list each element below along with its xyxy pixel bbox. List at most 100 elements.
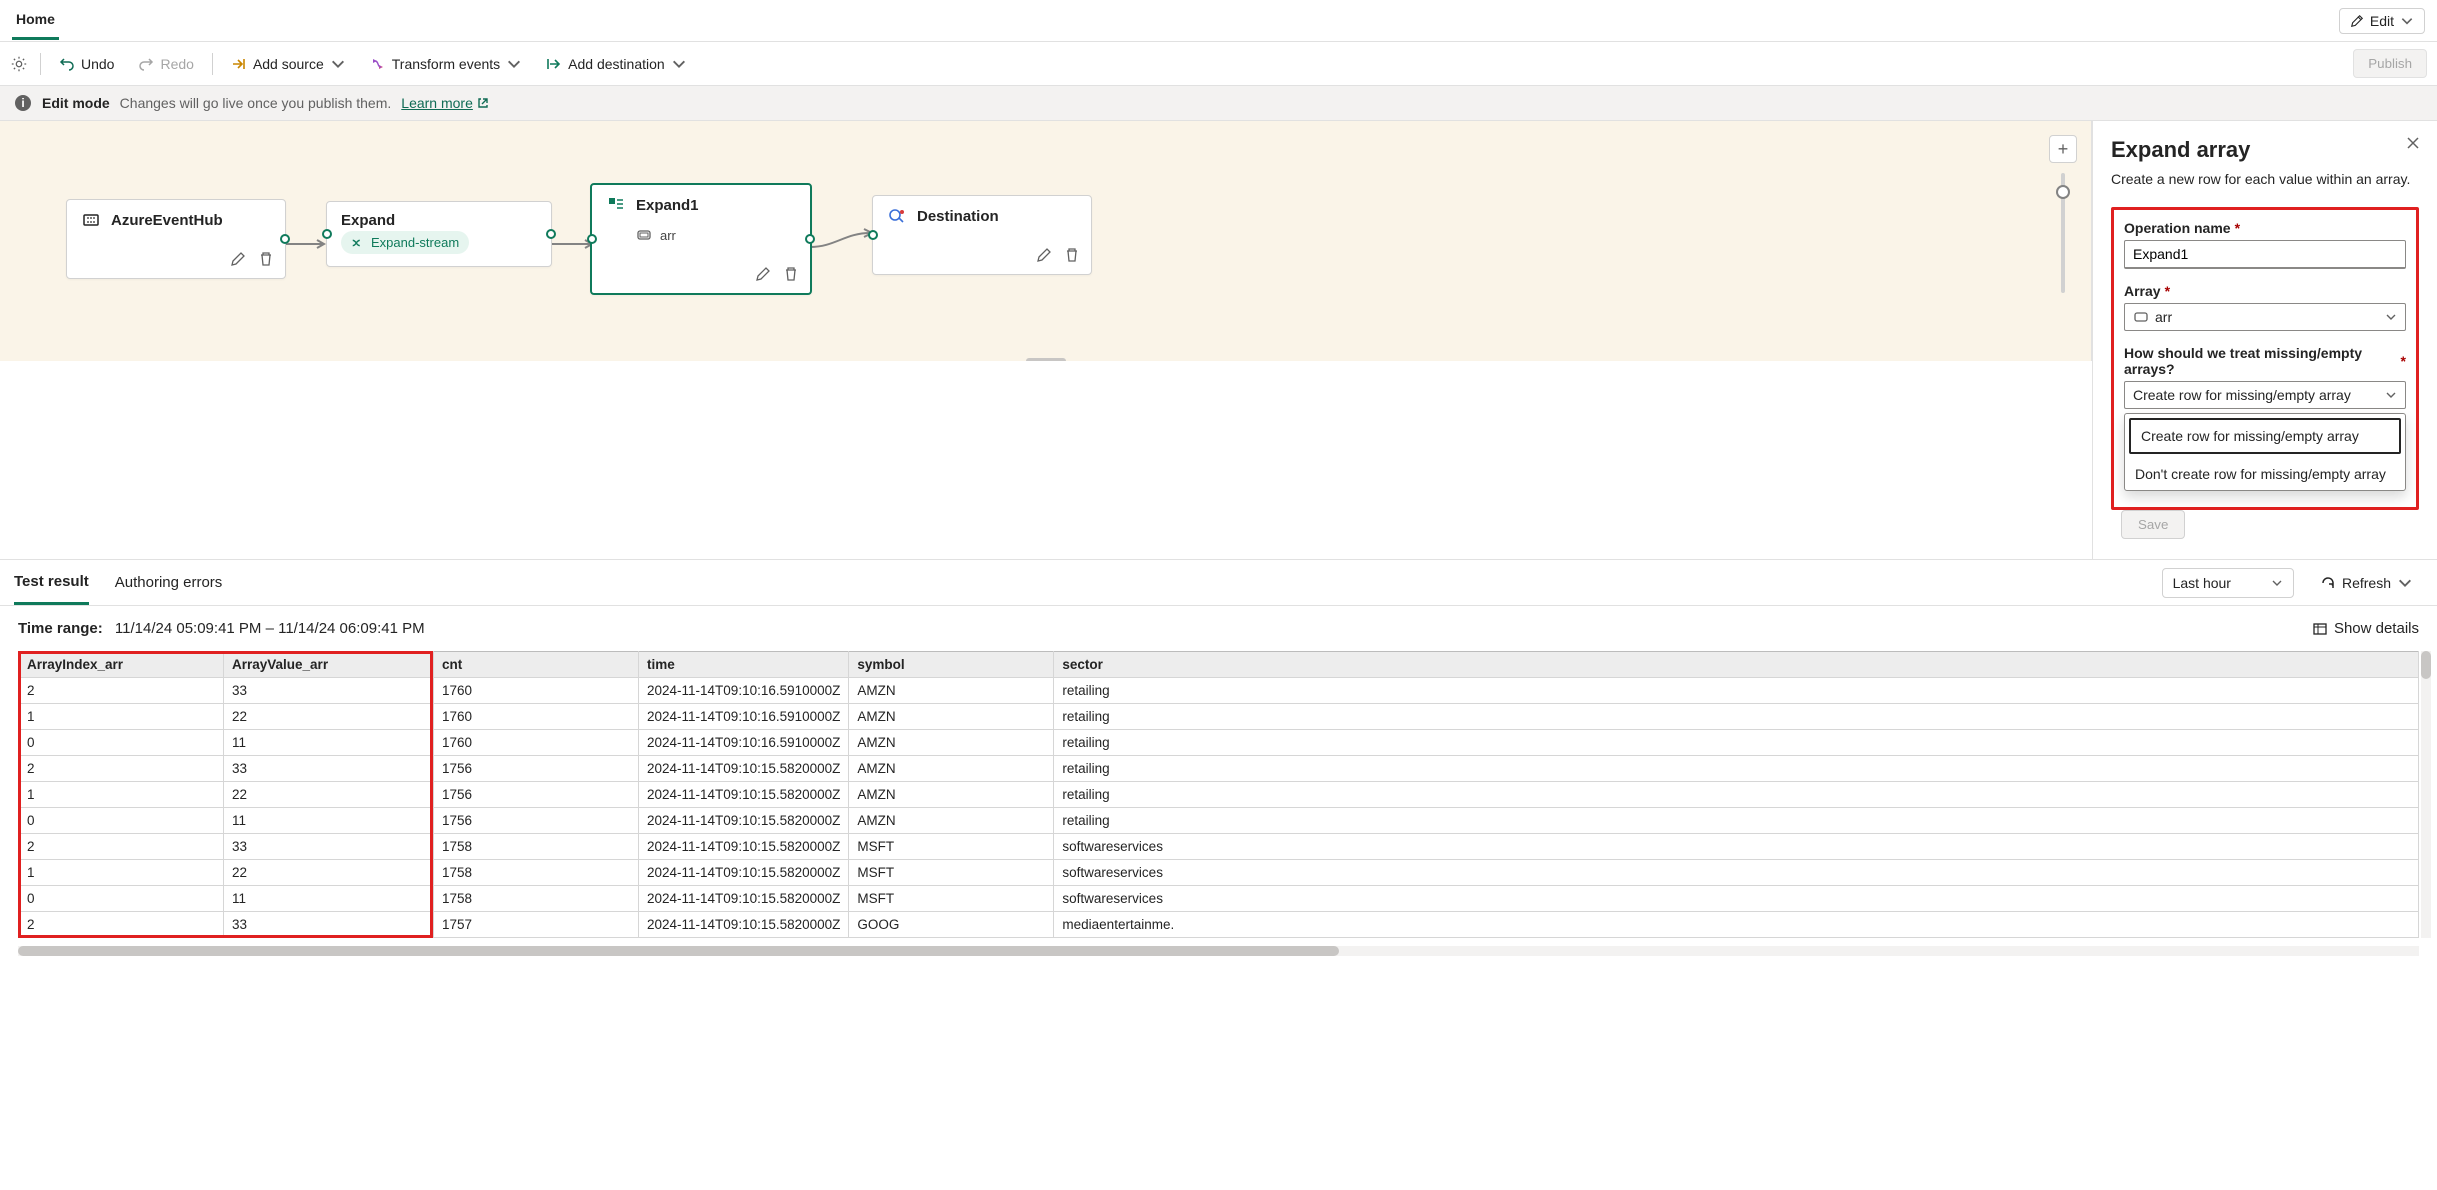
column-header[interactable]: time <box>639 652 849 678</box>
table-cell: 1760 <box>434 678 639 704</box>
table-cell: 0 <box>19 808 224 834</box>
table-row[interactable]: 01117562024-11-14T09:10:15.5820000ZAMZNr… <box>19 808 2419 834</box>
dropdown-option-dont-create[interactable]: Don't create row for missing/empty array <box>2125 458 2405 490</box>
dropdown-option-create[interactable]: Create row for missing/empty array <box>2129 418 2401 454</box>
table-row[interactable]: 12217562024-11-14T09:10:15.5820000ZAMZNr… <box>19 782 2419 808</box>
scrollbar-thumb[interactable] <box>18 946 1339 956</box>
delete-node-button[interactable] <box>255 248 277 270</box>
output-port[interactable] <box>280 234 290 244</box>
column-header[interactable]: sector <box>1054 652 2419 678</box>
canvas-resize-handle[interactable] <box>1026 358 1066 361</box>
input-port[interactable] <box>322 229 332 239</box>
missing-select[interactable]: Create row for missing/empty array <box>2124 381 2406 409</box>
canvas[interactable]: AzureEventHub Expand Expand-stream <box>0 121 2092 361</box>
table-cell: GOOG <box>849 912 1054 938</box>
redo-button[interactable]: Redo <box>128 50 203 78</box>
edit-node-button[interactable] <box>227 248 249 270</box>
zoom-slider[interactable] <box>2061 173 2065 293</box>
edit-node-button[interactable] <box>752 263 774 285</box>
publish-button[interactable]: Publish <box>2353 49 2427 78</box>
delete-node-button[interactable] <box>780 263 802 285</box>
close-button[interactable] <box>2405 135 2421 154</box>
tabs-row: Test result Authoring errors Last hour R… <box>0 560 2437 606</box>
table-cell: AMZN <box>849 704 1054 730</box>
time-range-select[interactable]: Last hour <box>2162 568 2294 598</box>
table-row[interactable]: 12217602024-11-14T09:10:16.5910000ZAMZNr… <box>19 704 2419 730</box>
table-cell: softwareservices <box>1054 834 2419 860</box>
table-cell: mediaentertainme. <box>1054 912 2419 938</box>
output-port[interactable] <box>546 229 556 239</box>
table-cell: 1 <box>19 782 224 808</box>
array-select[interactable]: arr <box>2124 303 2406 331</box>
edit-button[interactable]: Edit <box>2339 8 2425 34</box>
column-header[interactable]: ArrayIndex_arr <box>19 652 224 678</box>
panel-description: Create a new row for each value within a… <box>2111 171 2419 187</box>
delete-node-button[interactable] <box>1061 244 1083 266</box>
table-wrap: ArrayIndex_arrArrayValue_arrcnttimesymbo… <box>18 651 2419 938</box>
top-bar: Home Edit <box>0 0 2437 42</box>
table-cell: retailing <box>1054 730 2419 756</box>
table-row[interactable]: 23317562024-11-14T09:10:15.5820000ZAMZNr… <box>19 756 2419 782</box>
breadcrumb-home[interactable]: Home <box>12 1 59 40</box>
zoom-thumb[interactable] <box>2056 185 2070 199</box>
undo-button[interactable]: Undo <box>49 50 124 78</box>
table-cell: 2024-11-14T09:10:15.5820000Z <box>639 808 849 834</box>
input-port[interactable] <box>587 234 597 244</box>
table-cell: 33 <box>224 912 434 938</box>
node-source[interactable]: AzureEventHub <box>66 199 286 279</box>
input-port[interactable] <box>868 230 878 240</box>
column-header[interactable]: cnt <box>434 652 639 678</box>
table-cell: 1758 <box>434 834 639 860</box>
scrollbar-thumb[interactable] <box>2421 651 2431 679</box>
node-destination[interactable]: Destination <box>872 195 1092 275</box>
node-expand[interactable]: Expand Expand-stream <box>326 201 552 267</box>
table-cell: 1756 <box>434 782 639 808</box>
zoom-add-button[interactable]: + <box>2049 135 2077 163</box>
table-row[interactable]: 12217582024-11-14T09:10:15.5820000ZMSFTs… <box>19 860 2419 886</box>
tab-test-result[interactable]: Test result <box>14 561 89 605</box>
add-destination-button[interactable]: Add destination <box>536 50 697 78</box>
missing-dropdown: Create row for missing/empty array Don't… <box>2124 413 2406 491</box>
edit-node-button[interactable] <box>1033 244 1055 266</box>
refresh-label: Refresh <box>2342 575 2391 591</box>
learn-more-label: Learn more <box>401 95 473 111</box>
horizontal-scrollbar[interactable] <box>18 946 2419 956</box>
table-cell: 2024-11-14T09:10:16.5910000Z <box>639 730 849 756</box>
table-row[interactable]: 01117582024-11-14T09:10:15.5820000ZMSFTs… <box>19 886 2419 912</box>
add-source-button[interactable]: Add source <box>221 50 356 78</box>
table-row[interactable]: 23317582024-11-14T09:10:15.5820000ZMSFTs… <box>19 834 2419 860</box>
vertical-scrollbar[interactable] <box>2421 651 2431 938</box>
add-source-label: Add source <box>253 56 324 72</box>
destination-icon <box>887 206 907 226</box>
table-cell: 2 <box>19 756 224 782</box>
missing-label: How should we treat missing/empty arrays… <box>2124 345 2406 377</box>
transform-events-button[interactable]: Transform events <box>360 50 532 78</box>
save-button[interactable]: Save <box>2121 510 2185 539</box>
table-cell: 1756 <box>434 808 639 834</box>
column-header[interactable]: symbol <box>849 652 1054 678</box>
show-details-button[interactable]: Show details <box>2312 620 2419 637</box>
op-name-input[interactable] <box>2124 240 2406 269</box>
refresh-button[interactable]: Refresh <box>2310 569 2423 597</box>
table-row[interactable]: 01117602024-11-14T09:10:16.5910000ZAMZNr… <box>19 730 2419 756</box>
tab-authoring-errors[interactable]: Authoring errors <box>115 562 223 603</box>
table-cell: 1 <box>19 860 224 886</box>
array-label: Array* <box>2124 283 2406 299</box>
output-port[interactable] <box>805 234 815 244</box>
separator <box>40 53 41 75</box>
column-header[interactable]: ArrayValue_arr <box>224 652 434 678</box>
table-cell: 0 <box>19 730 224 756</box>
meta-row: Time range: 11/14/24 05:09:41 PM – 11/14… <box>0 606 2437 651</box>
table-row[interactable]: 23317602024-11-14T09:10:16.5910000ZAMZNr… <box>19 678 2419 704</box>
svg-text:i: i <box>21 96 24 110</box>
table-cell: 0 <box>19 886 224 912</box>
node-expand1-field-label: arr <box>660 228 676 243</box>
table-cell: AMZN <box>849 808 1054 834</box>
node-dest-title: Destination <box>917 208 999 225</box>
node-expand1[interactable]: Expand1 arr <box>590 183 812 295</box>
gear-icon[interactable] <box>10 55 28 73</box>
transform-icon <box>370 56 386 72</box>
learn-more-link[interactable]: Learn more <box>401 95 489 111</box>
toolbar: Undo Redo Add source Transform events Ad… <box>0 42 2437 86</box>
table-row[interactable]: 23317572024-11-14T09:10:15.5820000ZGOOGm… <box>19 912 2419 938</box>
